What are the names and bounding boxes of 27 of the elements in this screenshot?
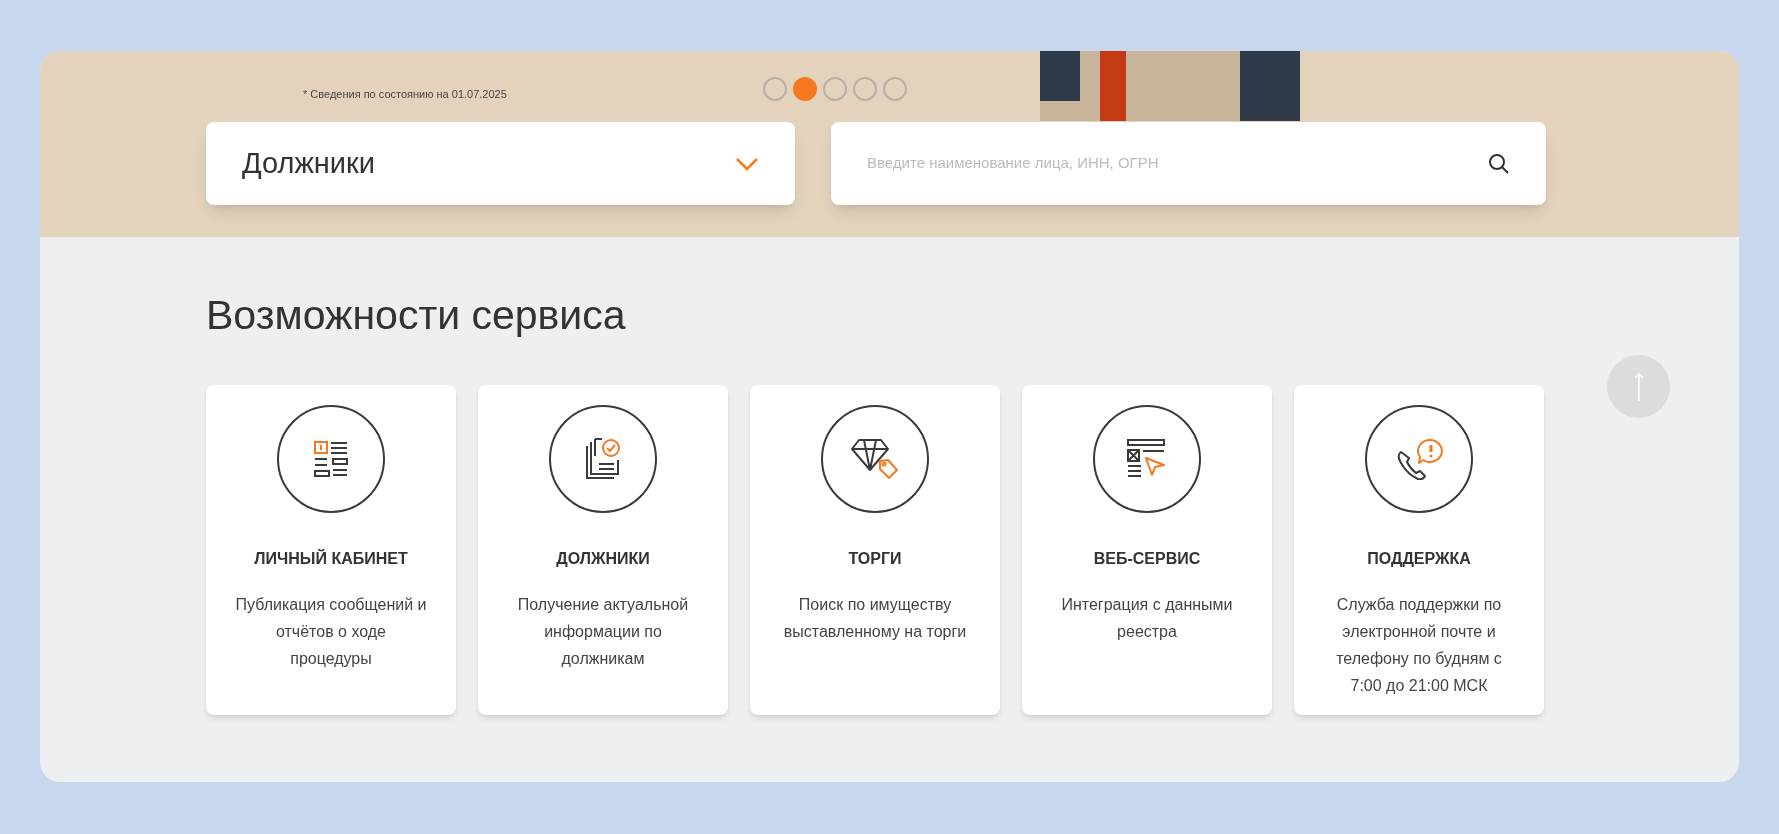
feature-card[interactable]: ДОЛЖНИКИ Получение актуальной информации по должникам bbox=[478, 385, 728, 715]
card-description: Интеграция с данными реестра bbox=[1060, 595, 1234, 642]
arrow-up-icon bbox=[1633, 371, 1644, 402]
search-field[interactable]: Введите наименование лица, ИНН, ОГРН bbox=[867, 152, 1488, 175]
card-description: Служба поддержки по электронной почте и телефону по будням с 7:00 до 21:00 МСК bbox=[1335, 595, 1503, 696]
feature-card[interactable]: ПОДДЕРЖКА Служба поддержки по электронной почте и телефону по будням с 7:00 до 21:00 МСК bbox=[1294, 385, 1544, 715]
card-title: ВЕБ-СЕРВИС bbox=[1093, 549, 1201, 569]
search-icon[interactable] bbox=[1488, 152, 1510, 175]
card-description: Получение актуальной информации по должникам bbox=[516, 595, 690, 669]
web-form-cursor-icon bbox=[1127, 438, 1167, 480]
section-title: Возможности сервиса bbox=[206, 291, 627, 340]
card-title: ПОДДЕРЖКА bbox=[1367, 549, 1471, 569]
card-title: ЛИЧНЫЙ КАБИНЕТ bbox=[254, 548, 408, 569]
feature-card[interactable]: ТОРГИ Поиск по имуществу выставленному на торги bbox=[750, 385, 1000, 715]
feature-card[interactable]: ВЕБ-СЕРВИС Интеграция с данными реестра bbox=[1022, 385, 1272, 715]
category-dropdown[interactable]: Должники bbox=[206, 122, 795, 205]
document-list-icon bbox=[313, 440, 349, 478]
chevron-down-icon bbox=[735, 156, 759, 171]
feature-card[interactable]: ЛИЧНЫЙ КАБИНЕТ Публикация сообщений и отчётов о ходе процедуры bbox=[206, 385, 456, 715]
card-description: Поиск по имуществу выставленному на торги bbox=[782, 595, 968, 642]
card-title: ТОРГИ bbox=[848, 549, 902, 569]
card-description: Публикация сообщений и отчётов о ходе процедуры bbox=[234, 595, 428, 669]
card-title: ДОЛЖНИКИ bbox=[556, 549, 650, 569]
phone-alert-icon bbox=[1395, 438, 1443, 480]
document-check-icon bbox=[584, 438, 622, 480]
data-date-note: * Сведения по состоянию на 01.07.2025 bbox=[303, 86, 508, 102]
diamond-tag-icon bbox=[851, 438, 899, 480]
